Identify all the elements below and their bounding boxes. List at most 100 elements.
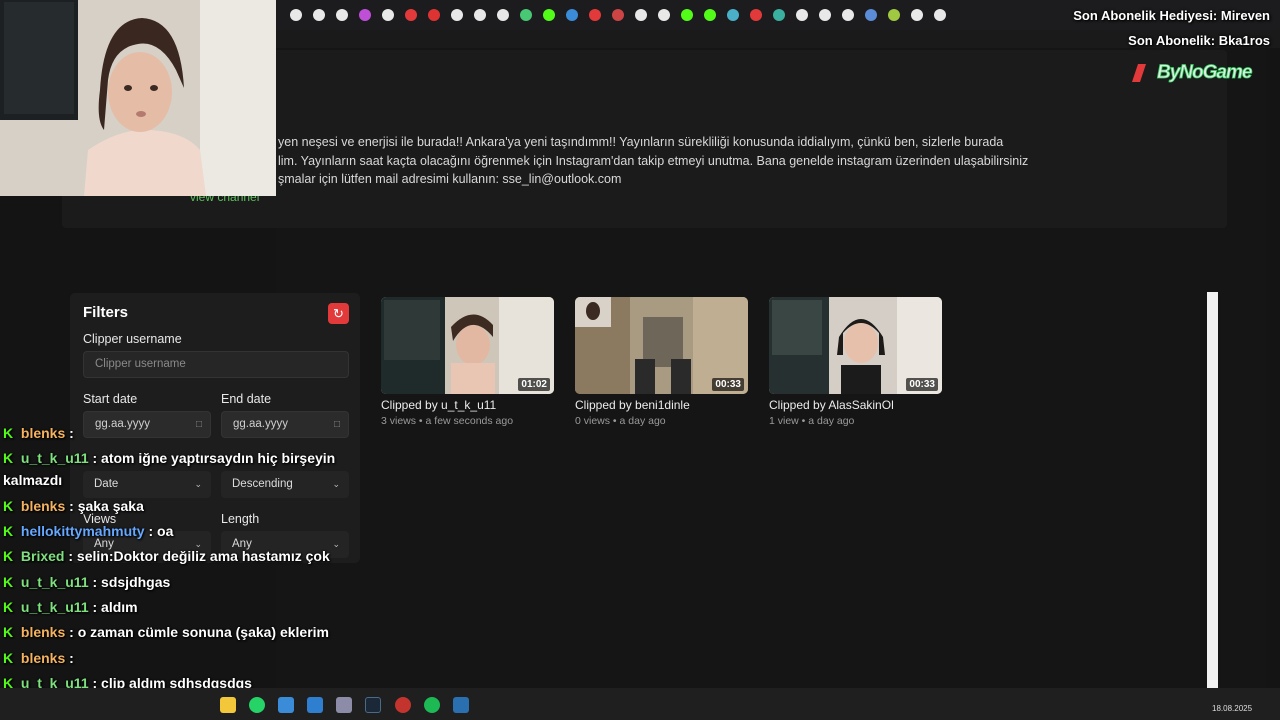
start-date-input[interactable]: gg.aa.yyyy □ xyxy=(83,411,211,438)
chat-username: blenks xyxy=(20,624,66,640)
chevron-down-icon: ⌄ xyxy=(332,539,340,549)
kick-icon: K xyxy=(3,425,14,441)
chat-message: K u_t_k_u11 : aldım xyxy=(3,599,138,615)
last-sub-overlay: Son Abonelik: Bka1ros xyxy=(1128,33,1270,48)
bookmark-icon[interactable] xyxy=(727,9,739,21)
sort-by-value: Date xyxy=(94,478,119,490)
logo-text: ByNoGame xyxy=(1157,62,1253,84)
app-icon[interactable] xyxy=(453,697,469,713)
chat-message: K Brixed : selin:Doktor değiliz ama hast… xyxy=(3,548,330,564)
bookmark-icon[interactable] xyxy=(290,9,302,21)
clip-meta: 1 view • a day ago xyxy=(769,415,855,427)
bookmark-icon[interactable] xyxy=(681,9,693,21)
spotify-icon[interactable] xyxy=(424,697,440,713)
chat-text: : xyxy=(65,425,74,441)
bookmark-icon[interactable] xyxy=(382,9,394,21)
bookmark-icon[interactable] xyxy=(313,9,325,21)
clipper-username-input[interactable]: Clipper username xyxy=(83,351,349,378)
chat-message: kalmazdı xyxy=(3,472,62,488)
clip-title[interactable]: Clipped by AlasSakinOl xyxy=(769,398,942,412)
order-select[interactable]: Descending ⌄ xyxy=(221,471,349,498)
order-value: Descending xyxy=(232,478,293,490)
length-label: Length xyxy=(221,512,260,526)
kick-icon: K xyxy=(3,574,14,590)
sort-by-select[interactable]: Date ⌄ xyxy=(83,471,211,498)
sub-gift-overlay: Son Abonelik Hediyesi: Mireven xyxy=(1073,8,1270,23)
clip-title[interactable]: Clipped by u_t_k_u11 xyxy=(381,398,554,412)
bookmark-icon[interactable] xyxy=(497,9,509,21)
bookmark-icon[interactable] xyxy=(566,9,578,21)
calendar-icon[interactable]: □ xyxy=(334,412,340,437)
scrollbar[interactable] xyxy=(1207,292,1218,688)
app-icon[interactable] xyxy=(395,697,411,713)
clip-card[interactable]: 00:33 Clipped by AlasSakinOl 1 view • a … xyxy=(769,297,942,427)
clip-meta: 3 views • a few seconds ago xyxy=(381,415,514,427)
chat-text: : o zaman cümle sonuna (şaka) eklerim xyxy=(65,624,330,640)
kick-icon: K xyxy=(3,498,14,514)
end-date-label: End date xyxy=(221,392,272,406)
bookmark-icon[interactable] xyxy=(750,9,762,21)
kick-icon: K xyxy=(3,599,14,615)
end-date-input[interactable]: gg.aa.yyyy □ xyxy=(221,411,349,438)
refresh-icon: ↻ xyxy=(333,306,344,321)
bookmark-icon[interactable] xyxy=(451,9,463,21)
chat-text: : oa xyxy=(144,523,174,539)
clip-thumbnail[interactable]: 00:33 xyxy=(769,297,942,394)
chat-text: : şaka şaka xyxy=(65,498,144,514)
chat-text: : selin:Doktor değiliz ama hastamız çok xyxy=(64,548,330,564)
app-icon[interactable] xyxy=(307,697,323,713)
clip-thumbnail[interactable]: 00:33 xyxy=(575,297,748,394)
chat-message: K u_t_k_u11 : atom iğne yaptırsaydın hiç… xyxy=(3,450,335,466)
channel-about-text: yen neşesi ve enerjisi ile burada!! Anka… xyxy=(278,135,1029,187)
bookmark-icon[interactable] xyxy=(428,9,440,21)
bookmark-icon[interactable] xyxy=(336,9,348,21)
kick-icon: K xyxy=(3,523,14,539)
app-icon[interactable] xyxy=(278,697,294,713)
clip-thumbnail[interactable]: 01:02 xyxy=(381,297,554,394)
bookmark-icon[interactable] xyxy=(934,9,946,21)
bookmark-icon[interactable] xyxy=(819,9,831,21)
bookmark-icon[interactable] xyxy=(589,9,601,21)
bookmark-icon[interactable] xyxy=(796,9,808,21)
chat-username: blenks xyxy=(20,650,66,666)
clip-card[interactable]: 01:02 Clipped by u_t_k_u11 3 views • a f… xyxy=(381,297,554,427)
chat-message: K blenks : o zaman cümle sonuna (şaka) e… xyxy=(3,624,329,640)
bookmark-icon[interactable] xyxy=(911,9,923,21)
bookmark-icon[interactable] xyxy=(842,9,854,21)
kick-icon: K xyxy=(3,624,14,640)
bookmark-icon[interactable] xyxy=(474,9,486,21)
clipper-username-label: Clipper username xyxy=(83,332,182,346)
bookmark-icon[interactable] xyxy=(359,9,371,21)
reset-filters-button[interactable]: ↻ xyxy=(328,303,349,324)
chevron-down-icon: ⌄ xyxy=(194,479,202,489)
chat-username: u_t_k_u11 xyxy=(20,574,89,590)
bookmark-icon[interactable] xyxy=(405,9,417,21)
bookmark-icon[interactable] xyxy=(704,9,716,21)
clip-duration: 00:33 xyxy=(906,378,938,391)
bookmark-icon[interactable] xyxy=(888,9,900,21)
chat-username: blenks xyxy=(20,425,66,441)
calendar-icon[interactable]: □ xyxy=(196,412,202,437)
chat-username: hellokittymahmuty xyxy=(20,523,145,539)
webcam-image xyxy=(0,0,276,196)
kick-icon: K xyxy=(3,650,14,666)
steam-icon[interactable] xyxy=(365,697,381,713)
chat-text: : sdsjdhgas xyxy=(88,574,171,590)
bookmark-icon[interactable] xyxy=(658,9,670,21)
kick-icon: K xyxy=(3,548,14,564)
clip-duration: 00:33 xyxy=(712,378,744,391)
whatsapp-icon[interactable] xyxy=(249,697,265,713)
folder-icon[interactable] xyxy=(220,697,236,713)
clip-card[interactable]: 00:33 Clipped by beni1dinle 0 views • a … xyxy=(575,297,748,427)
bookmark-icon[interactable] xyxy=(773,9,785,21)
bookmark-icon[interactable] xyxy=(865,9,877,21)
bookmark-icon[interactable] xyxy=(635,9,647,21)
taskbar xyxy=(0,688,1280,720)
app-icon[interactable] xyxy=(336,697,352,713)
chevron-down-icon: ⌄ xyxy=(332,479,340,489)
bookmark-icon[interactable] xyxy=(612,9,624,21)
bookmark-icon[interactable] xyxy=(543,9,555,21)
clip-title[interactable]: Clipped by beni1dinle xyxy=(575,398,748,412)
bookmark-icon[interactable] xyxy=(520,9,532,21)
chat-text: kalmazdı xyxy=(3,472,63,488)
